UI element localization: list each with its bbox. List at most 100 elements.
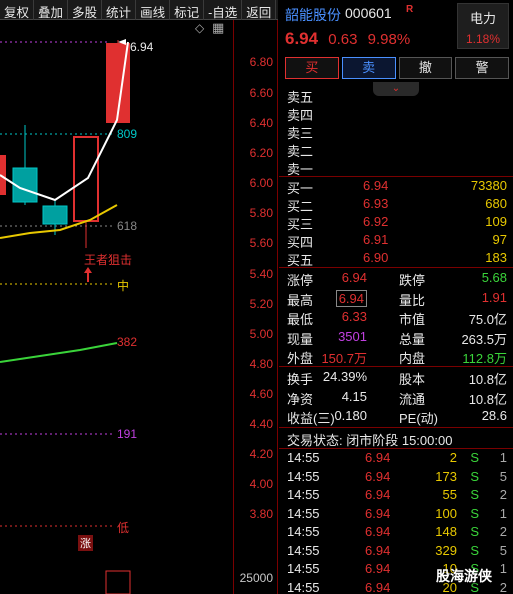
tick-volume: 173 <box>435 468 457 484</box>
alert-button[interactable]: 警 <box>455 57 509 79</box>
stat-label: 流通 <box>399 391 426 407</box>
bid-book: 买一 6.94 73380 买二 6.93 680 买三 6.92 109 买四 6.91 97… <box>279 177 513 268</box>
tick-price: 6.94 <box>365 468 391 484</box>
kline-chart[interactable]: 6.94 809 618 中 382 191 低 王者狙击 涨 ◇ ▦ <box>0 20 234 594</box>
tick-side: S <box>470 505 479 521</box>
stat-row: 外盘 150.7万 内盘 112.8万 <box>279 346 513 366</box>
toolbar-back[interactable]: 返回 <box>242 0 277 20</box>
tick-price: 6.94 <box>365 524 391 539</box>
bid-volume: 109 <box>485 214 507 229</box>
chart-toolbar: 复权 叠加 多股 统计 画线 标记 -自选 返回 <box>0 0 278 20</box>
quote-panel: 韶能股份 000601 R 电力 1.18% 6.94 0.63 9.98% 买… <box>279 0 513 594</box>
tick-count: 5 <box>499 468 507 484</box>
ask-row: 卖二 <box>279 140 513 159</box>
bid-volume: 183 <box>485 250 507 265</box>
cancel-order-button[interactable]: 撤 <box>398 57 453 79</box>
bid-row[interactable]: 买五 6.90 183 <box>279 249 513 268</box>
bid-price: 6.91 <box>363 232 389 247</box>
toolbar-draw-line[interactable]: 画线 <box>136 0 171 20</box>
bid-row[interactable]: 买二 6.93 680 <box>279 195 513 214</box>
y-tick: 4.60 <box>249 387 273 401</box>
y-tick: 4.00 <box>249 477 273 491</box>
diamond-icon[interactable]: ◇ <box>195 21 204 35</box>
bid-volume: 680 <box>485 196 507 211</box>
stat-value: 5.68 <box>481 270 507 285</box>
y-tick: 5.60 <box>249 236 273 250</box>
stat-value: 10.8亿 <box>468 391 507 407</box>
fundamentals-block: 换手 24.39% 股本 10.8亿 净资 4.15 流通 10.8亿 收益(三… <box>279 367 513 426</box>
stat-row: 最低 6.33 市值 75.0亿 <box>279 307 513 327</box>
tick-side: S <box>470 450 479 465</box>
stat-label: 市值 <box>399 312 426 327</box>
y-tick: 6.00 <box>249 176 273 190</box>
bid-row[interactable]: 买三 6.92 109 <box>279 213 513 232</box>
volume-axis-tick: 25000 <box>239 571 273 585</box>
stat-label: 收益(三) <box>287 411 335 426</box>
stat-value: 0.180 <box>334 408 367 423</box>
y-tick: 3.80 <box>249 507 273 521</box>
tick-volume: 148 <box>435 524 457 539</box>
stat-value: 6.94 <box>335 289 367 307</box>
y-tick: 4.80 <box>249 357 273 371</box>
tick-price: 6.94 <box>365 542 391 558</box>
stats-block: 涨停 6.94 跌停 5.68 最高 6.94 量比 1.91 最低 6.33 … <box>279 268 513 366</box>
y-tick: 5.80 <box>249 206 273 220</box>
stock-code: 000601 <box>345 5 392 21</box>
y-tick: 4.20 <box>249 447 273 461</box>
bid-row[interactable]: 买四 6.91 97 <box>279 231 513 250</box>
bid-price: 6.93 <box>363 196 389 211</box>
tick-time: 14:55 <box>287 579 320 594</box>
stat-value: 263.5万 <box>461 331 507 347</box>
stat-label: 量比 <box>399 292 426 308</box>
margin-r-icon: R <box>406 4 414 15</box>
tick-time: 14:55 <box>287 505 320 521</box>
tick-row: 14:55 6.94 329 S 5 <box>279 542 513 561</box>
tick-time: 14:55 <box>287 524 320 539</box>
stat-value: 4.15 <box>341 388 367 404</box>
toolbar-remove-watchlist[interactable]: -自选 <box>204 0 243 20</box>
tick-count: 2 <box>499 579 507 594</box>
high-value-label: 6.94 <box>130 40 154 54</box>
tick-volume: 100 <box>435 505 457 521</box>
toolbar-mark[interactable]: 标记 <box>170 0 205 20</box>
y-tick: 6.40 <box>249 116 273 130</box>
stat-label: 最低 <box>287 312 314 327</box>
y-tick: 6.60 <box>249 86 273 100</box>
stat-value: 150.7万 <box>321 351 367 366</box>
tick-count: 1 <box>499 450 507 465</box>
fib-809-label: 809 <box>117 127 138 141</box>
fib-191-label: 191 <box>117 427 138 441</box>
stat-row: 涨停 6.94 跌停 5.68 <box>279 268 513 288</box>
sell-button[interactable]: 卖 <box>341 57 396 79</box>
y-tick: 6.20 <box>249 146 273 160</box>
tick-time: 14:55 <box>287 468 320 484</box>
bid-volume: 97 <box>492 232 507 247</box>
tick-count: 5 <box>499 542 507 558</box>
tick-side: S <box>470 468 479 484</box>
bid-row[interactable]: 买一 6.94 73380 <box>279 177 513 196</box>
tick-price: 6.94 <box>365 505 391 521</box>
tick-count: 2 <box>499 524 507 539</box>
buy-button[interactable]: 买 <box>285 57 339 79</box>
stat-label: 现量 <box>287 331 314 347</box>
stat-value: 6.94 <box>341 270 367 285</box>
toolbar-multi-stock[interactable]: 多股 <box>68 0 103 20</box>
stock-name[interactable]: 韶能股份 <box>285 5 341 25</box>
sector-box[interactable]: 电力 1.18% <box>457 3 509 49</box>
toolbar-fuquan[interactable]: 复权 <box>0 0 35 20</box>
grid-icon[interactable]: ▦ <box>212 20 224 36</box>
ask-row: 卖五 <box>279 86 513 105</box>
tick-volume: 55 <box>442 487 457 502</box>
bid-price: 6.90 <box>363 250 389 265</box>
sector-name: 电力 <box>469 11 496 26</box>
price-axis: 6.80 6.60 6.40 6.20 6.00 5.80 5.60 5.40 … <box>234 20 278 594</box>
ask-row: 卖四 <box>279 104 513 123</box>
stat-value: 3501 <box>338 328 367 344</box>
y-tick: 6.80 <box>249 55 273 69</box>
toolbar-overlay[interactable]: 叠加 <box>34 0 69 20</box>
stat-label: 外盘 <box>287 351 314 366</box>
fib-382-label: 382 <box>117 335 138 349</box>
toolbar-stats[interactable]: 统计 <box>102 0 137 20</box>
stat-row: 现量 3501 总量 263.5万 <box>279 327 513 347</box>
bid-price: 6.92 <box>363 214 389 229</box>
